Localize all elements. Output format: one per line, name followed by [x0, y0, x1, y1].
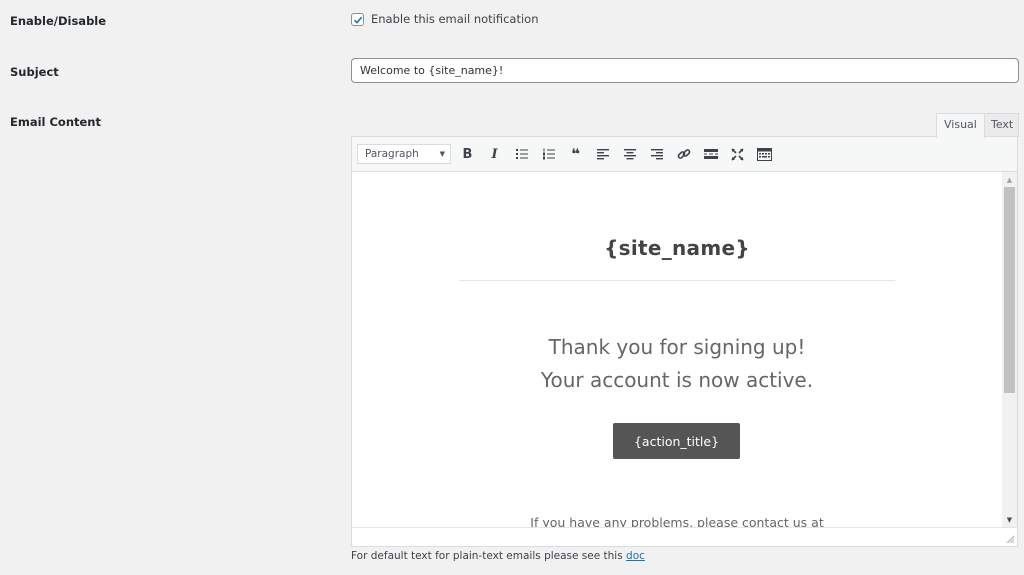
subject-input[interactable]: [351, 58, 1019, 83]
italic-button[interactable]: I: [481, 142, 508, 166]
align-right-icon: [650, 149, 663, 160]
toolbar-toggle-icon: [757, 147, 772, 161]
numbered-list-icon: [542, 148, 555, 160]
row-label-enable: Enable/Disable: [10, 14, 107, 28]
email-site-name-heading: {site_name}: [604, 236, 750, 260]
read-more-button[interactable]: [697, 142, 724, 166]
blockquote-icon: ❝: [571, 145, 580, 163]
scroll-up-arrow-icon[interactable]: ▲: [1002, 172, 1017, 187]
align-left-button[interactable]: [589, 142, 616, 166]
email-divider: [459, 280, 895, 281]
checkmark-icon: [353, 16, 363, 24]
editor-content-area[interactable]: {site_name} Thank you for signing up! Yo…: [352, 172, 1002, 527]
email-content-editor: Paragraph ▼ B I ❝ {site_name} Thank you …: [351, 136, 1018, 547]
format-select[interactable]: Paragraph ▼: [357, 144, 451, 164]
scroll-down-arrow-icon[interactable]: ▼: [1002, 512, 1017, 527]
chevron-down-icon: ▼: [439, 150, 445, 158]
row-label-email-content: Email Content: [10, 115, 101, 129]
scrollbar-thumb[interactable]: [1004, 187, 1015, 393]
tab-visual[interactable]: Visual: [936, 113, 985, 138]
bulleted-list-icon: [515, 149, 528, 159]
bold-button[interactable]: B: [454, 142, 481, 166]
toolbar-toggle-button[interactable]: [751, 142, 778, 166]
format-select-value: Paragraph: [365, 148, 419, 160]
fullscreen-button[interactable]: [724, 142, 751, 166]
insert-link-button[interactable]: [670, 142, 697, 166]
editor-toolbar: Paragraph ▼ B I ❝: [352, 137, 1017, 172]
plain-text-footnote: For default text for plain-text emails p…: [351, 550, 645, 562]
editor-scrollbar[interactable]: ▲ ▼: [1002, 172, 1017, 527]
enable-notification-label: Enable this email notification: [371, 12, 539, 26]
footnote-text: For default text for plain-text emails p…: [351, 550, 627, 562]
align-center-icon: [623, 149, 636, 160]
doc-link[interactable]: doc: [626, 550, 645, 562]
align-left-icon: [596, 149, 609, 160]
italic-icon: I: [491, 146, 498, 162]
align-center-button[interactable]: [616, 142, 643, 166]
align-right-button[interactable]: [643, 142, 670, 166]
bulleted-list-button[interactable]: [508, 142, 535, 166]
editor-status-bar: [352, 527, 1017, 546]
row-label-subject: Subject: [10, 65, 59, 79]
tab-text[interactable]: Text: [983, 113, 1019, 137]
bold-icon: B: [462, 146, 473, 162]
email-account-active-line: Your account is now active.: [540, 368, 814, 392]
link-icon: [677, 149, 690, 159]
fullscreen-icon: [731, 147, 744, 161]
blockquote-button[interactable]: ❝: [562, 142, 589, 166]
enable-notification-row[interactable]: Enable this email notification: [351, 12, 539, 26]
email-action-button[interactable]: {action_title}: [613, 423, 740, 459]
numbered-list-button[interactable]: [535, 142, 562, 166]
read-more-icon: [703, 149, 718, 159]
resize-handle-icon[interactable]: [1006, 535, 1014, 543]
enable-notification-checkbox[interactable]: [351, 12, 364, 26]
email-problems-line: If you have any problems, please contact…: [530, 515, 824, 527]
email-thanks-line: Thank you for signing up!: [548, 335, 806, 359]
